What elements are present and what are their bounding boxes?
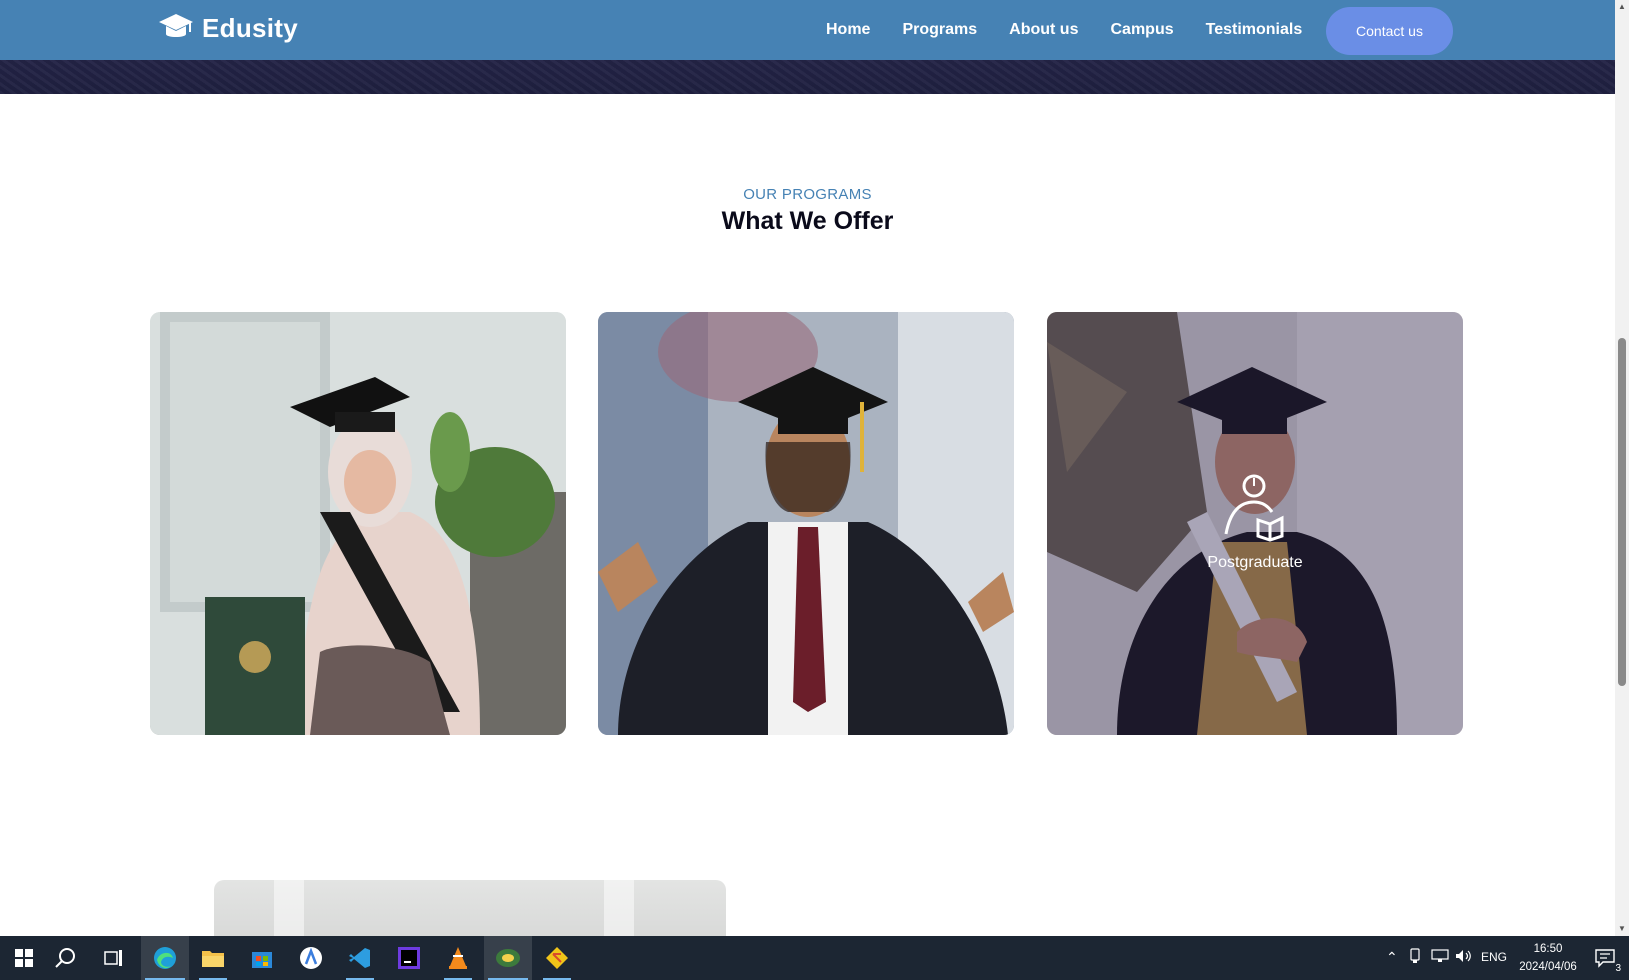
start-icon[interactable]: [0, 936, 48, 980]
section-title: What We Offer: [721, 207, 894, 235]
program-caption: Postgraduate: [1207, 554, 1303, 571]
clock-time: 16:50: [1533, 943, 1563, 955]
tray-chevron-up-icon[interactable]: ⌃: [1386, 949, 1398, 966]
program-card-2[interactable]: [598, 312, 1014, 735]
nav-about-us[interactable]: About us: [1009, 21, 1078, 39]
language-indicator[interactable]: ENG: [1481, 950, 1507, 964]
edge-icon[interactable]: [141, 936, 189, 980]
contact-us-button[interactable]: Contact us: [1326, 7, 1453, 55]
git-icon[interactable]: [533, 936, 581, 980]
brand-logo[interactable]: Edusity: [158, 12, 298, 44]
vlc-icon[interactable]: [434, 936, 482, 980]
program-photo: [598, 312, 1014, 735]
scroll-thumb[interactable]: [1618, 338, 1626, 686]
scroll-up-arrow-icon[interactable]: ▲: [1615, 0, 1629, 14]
task-view-icon[interactable]: [90, 936, 138, 980]
nav-programs[interactable]: Programs: [902, 21, 977, 39]
notification-count: 3: [1614, 963, 1622, 974]
tray-network-icon[interactable]: [1431, 949, 1449, 966]
scroll-down-arrow-icon[interactable]: ▼: [1615, 922, 1629, 936]
search-icon[interactable]: [42, 936, 90, 980]
graduation-cap-icon: [158, 12, 194, 44]
android-studio-icon[interactable]: [287, 936, 335, 980]
file-explorer-icon[interactable]: [189, 936, 237, 980]
program-photo: [150, 312, 566, 735]
postgraduate-reader-icon: [1222, 472, 1288, 547]
store-icon[interactable]: [238, 936, 286, 980]
clock-date: 2024/04/06: [1519, 961, 1577, 973]
nav-links: Home Programs About us Campus Testimonia…: [826, 0, 1334, 60]
program-card-1[interactable]: [150, 312, 566, 735]
program-card-3[interactable]: Postgraduate: [1047, 312, 1463, 735]
brand-name: Edusity: [202, 12, 299, 43]
taskbar: ⌃ ENG 16:50 2024/04/06 3: [0, 936, 1629, 980]
system-clock[interactable]: 16:50 2024/04/06: [1517, 940, 1579, 976]
network-tool-icon[interactable]: [484, 936, 532, 980]
notification-icon[interactable]: 3: [1584, 936, 1628, 980]
tray-device-icon[interactable]: [1408, 948, 1422, 967]
nav-testimonials[interactable]: Testimonials: [1206, 21, 1303, 39]
tray-volume-icon[interactable]: [1455, 949, 1473, 966]
nav-home[interactable]: Home: [826, 21, 870, 39]
section-subtitle: OUR PROGRAMS: [743, 186, 872, 203]
navbar: Edusity Home Programs About us Campus Te…: [0, 0, 1615, 60]
browser-viewport: Edusity Home Programs About us Campus Te…: [0, 0, 1615, 936]
intellij-icon[interactable]: [385, 936, 433, 980]
campus-photo-card: [214, 880, 726, 936]
vscode-icon[interactable]: [336, 936, 384, 980]
page-scrollbar[interactable]: ▲ ▼: [1615, 0, 1629, 936]
nav-campus[interactable]: Campus: [1110, 21, 1173, 39]
